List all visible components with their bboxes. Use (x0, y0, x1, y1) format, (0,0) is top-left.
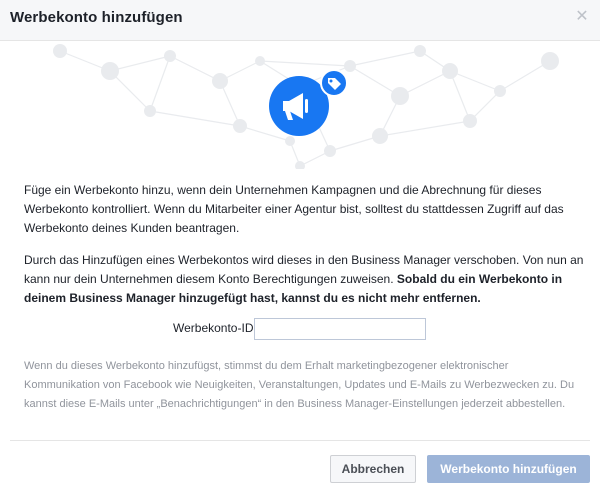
footer-divider (10, 440, 590, 441)
intro-paragraph: Füge ein Werbekonto hinzu, wenn dein Unt… (24, 183, 564, 235)
add-ad-account-dialog: Werbekonto hinzufügen ✕ Füge ein Werbeko… (0, 0, 600, 495)
add-ad-account-button[interactable]: Werbekonto hinzufügen (427, 455, 590, 483)
dialog-title: Werbekonto hinzufügen (10, 9, 183, 26)
account-id-input[interactable] (254, 318, 426, 340)
tag-icon (320, 69, 348, 97)
cancel-button[interactable]: Abbrechen (330, 455, 416, 483)
account-id-label: Werbekonto-ID (173, 321, 254, 335)
warning-paragraph: Durch das Hinzufügen eines Werbekontos w… (24, 251, 584, 308)
hero-illustration (0, 41, 600, 169)
consent-notice: Wenn du dieses Werbekonto hinzufügst, st… (24, 360, 575, 410)
close-icon[interactable]: ✕ (574, 9, 590, 25)
dialog-header: Werbekonto hinzufügen ✕ (0, 0, 600, 41)
